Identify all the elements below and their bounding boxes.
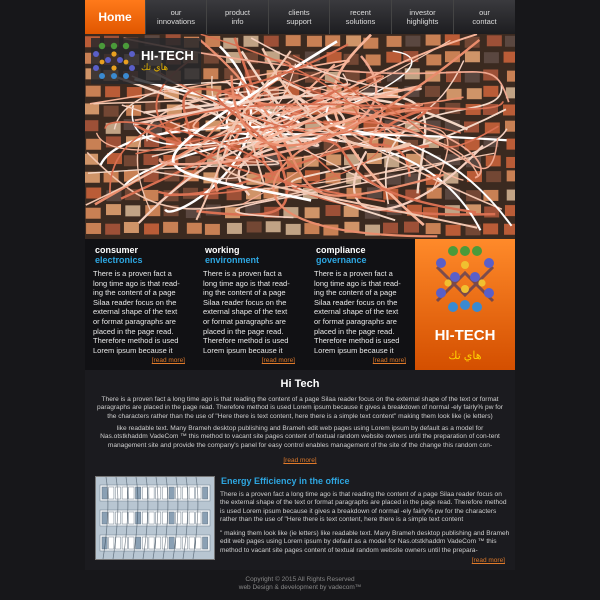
panel-illustration xyxy=(96,477,214,559)
copyright-text: Copyright © 2015 All Rights Reserved xyxy=(245,576,355,583)
feature-compliance-governance: compliance governance There is a proven f… xyxy=(306,239,406,370)
hero-banner: HI-TECH هاي تك xyxy=(85,34,515,239)
feature-body: There is a proven fact a long time ago i… xyxy=(93,269,180,355)
read-more-link[interactable]: [read more] xyxy=(262,357,295,364)
feature-title: consumer electronics xyxy=(95,245,143,265)
page: Home our innovations product info clients s… xyxy=(85,0,515,600)
logo-box-arabic: هاي تك xyxy=(448,350,482,362)
about-paragraph-2: like readable text. Many Brameh desktop … xyxy=(100,425,500,449)
nav-clients-support[interactable]: clients support xyxy=(268,0,329,34)
nav-our-contact[interactable]: our contact xyxy=(453,0,515,34)
feature-title: working environment xyxy=(205,245,260,265)
read-more-link[interactable]: [read more] xyxy=(472,557,505,564)
electrical-panel-image xyxy=(95,476,215,560)
feature-columns: consumer electronics There is a proven fa… xyxy=(85,239,415,370)
feature-title: compliance governance xyxy=(316,245,367,265)
nav-product-info[interactable]: product info xyxy=(206,0,268,34)
hitech-logo-icon xyxy=(93,42,135,79)
logo-text-arabic: هاي تك xyxy=(141,62,169,72)
read-more-link[interactable]: [read more] xyxy=(283,457,316,464)
logo-text: HI-TECH xyxy=(141,48,194,63)
header-logo[interactable]: HI-TECH هاي تك xyxy=(91,38,201,84)
energy-title: Energy Efficiency in the office xyxy=(221,476,350,486)
main-nav: Home our innovations product info clients s… xyxy=(85,0,515,34)
brand-logo-box: HI-TECH هاي تك xyxy=(415,239,515,370)
read-more-link[interactable]: [read more] xyxy=(152,357,185,364)
feature-working-environment: working environment There is a proven fac… xyxy=(195,239,295,370)
nav-investor-highlights[interactable]: investor highlights xyxy=(391,0,453,34)
energy-paragraph-2: " making them look like (ie letters) lik… xyxy=(220,530,510,554)
about-title: Hi Tech xyxy=(280,378,320,390)
credit-text: web Design & development by vadecom™ xyxy=(238,584,362,591)
read-more-link[interactable]: [read more] xyxy=(373,357,406,364)
hitech-logo-large-icon xyxy=(435,246,495,312)
nav-our-innovations[interactable]: our innovations xyxy=(145,0,206,34)
energy-section: Energy Efficiency in the office There is… xyxy=(85,470,515,570)
feature-consumer-electronics: consumer electronics There is a proven fa… xyxy=(85,239,185,370)
footer: Copyright © 2015 All Rights Reserved web… xyxy=(85,576,515,592)
about-section: Hi Tech There is a proven fact a long ti… xyxy=(85,370,515,470)
feature-body: There is a proven fact a long time ago i… xyxy=(203,269,290,355)
about-paragraph-1: There is a proven fact a long time ago i… xyxy=(97,396,503,420)
energy-paragraph-1: There is a proven fact a long time ago i… xyxy=(220,491,507,523)
feature-body: There is a proven fact a long time ago i… xyxy=(314,269,401,355)
logo-box-title: HI-TECH xyxy=(434,327,496,344)
nav-recent-solutions[interactable]: recent solutions xyxy=(329,0,391,34)
nav-home[interactable]: Home xyxy=(85,0,145,34)
